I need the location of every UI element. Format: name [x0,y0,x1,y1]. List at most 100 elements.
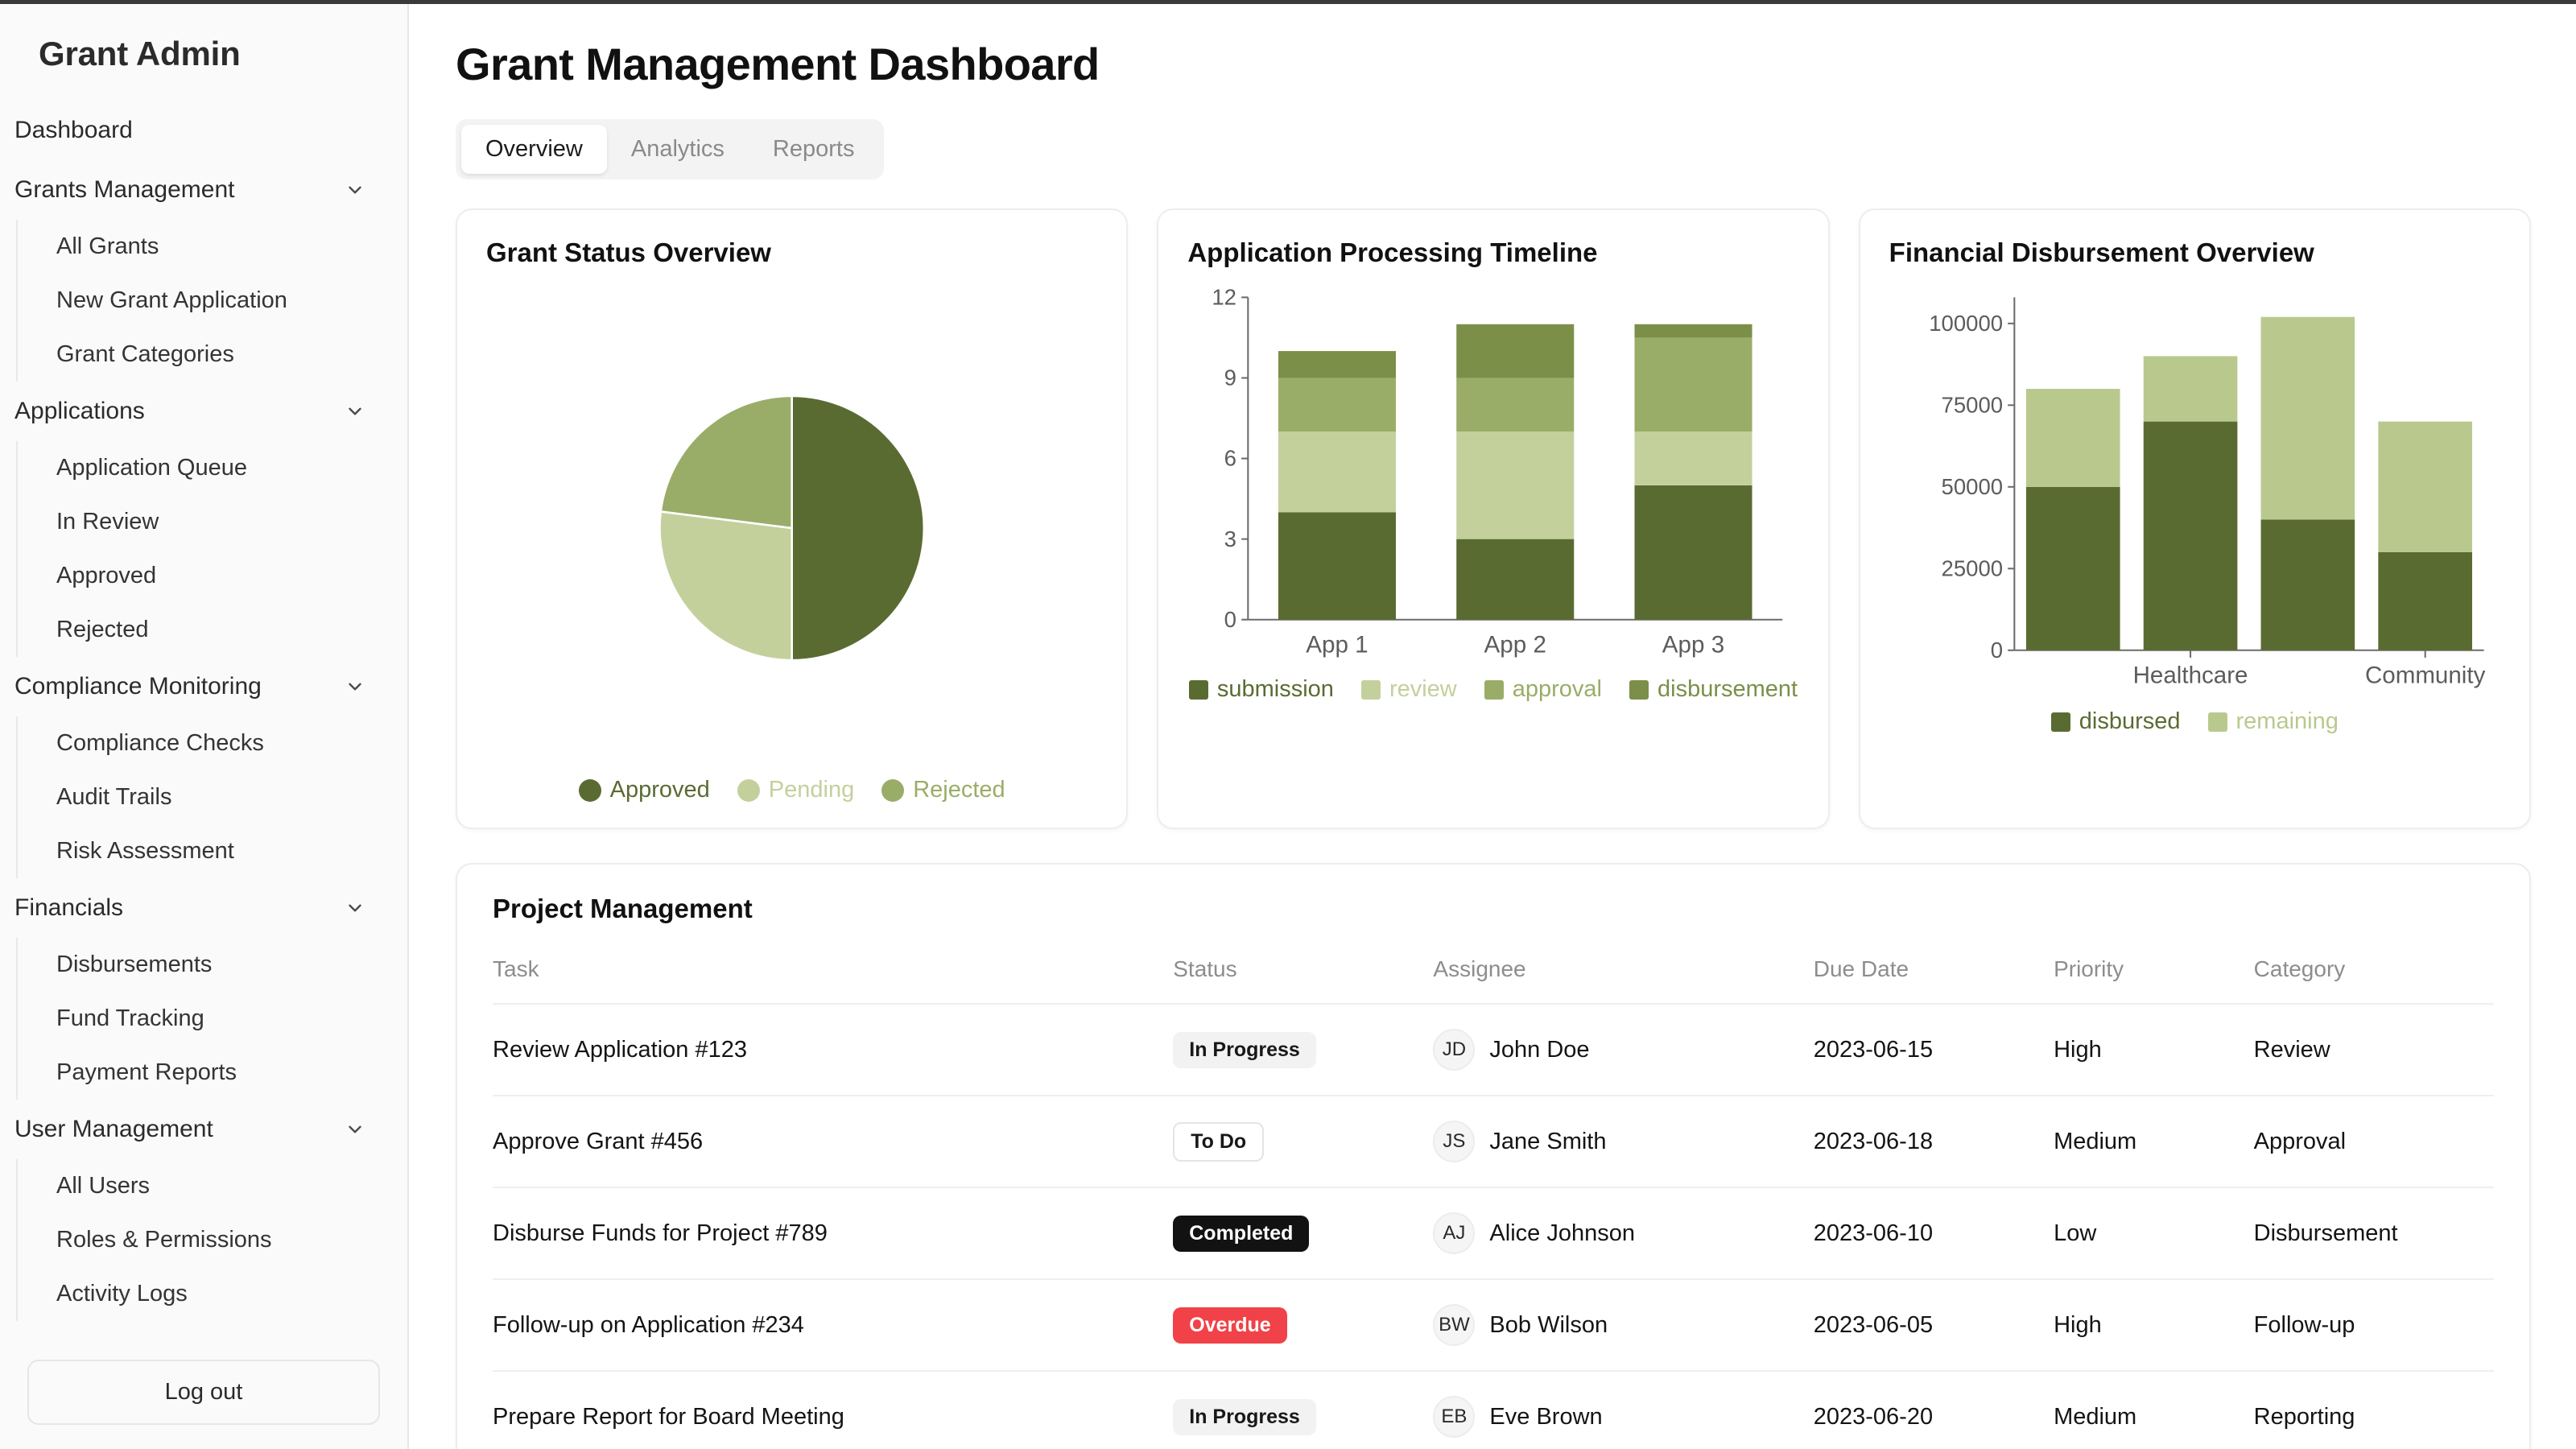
legend-item-remaining[interactable]: remaining [2207,708,2339,735]
status-badge[interactable]: In Progress [1173,1398,1316,1435]
bar-segment-education-disbursed[interactable] [2025,486,2120,650]
table-row[interactable]: Follow-up on Application #234 Overdue BW Bo… [493,1279,2494,1371]
tab-analytics[interactable]: Analytics [607,125,749,174]
bar-segment-app-2-approval[interactable] [1456,378,1575,432]
status-badge[interactable]: To Do [1173,1121,1265,1162]
chevron-down-icon[interactable] [345,1119,365,1140]
legend-item-approval[interactable]: approval [1484,676,1602,703]
chevron-down-icon[interactable] [345,898,365,919]
app-brand-title: Grant Admin [39,35,241,72]
sidebar-item-risk-assessment[interactable]: Risk Assessment [18,824,383,878]
legend-item-rejected[interactable]: Rejected [881,777,1005,803]
pie-chart-area [486,283,1097,774]
legend-swatch-icon [2050,712,2070,732]
legend-item-disbursement[interactable]: disbursement [1629,676,1798,703]
legend-item-review[interactable]: review [1360,676,1457,703]
financial-bar-chart[interactable]: 0 25000 50000 75000 100000 Healthcare Communit… [1889,283,2500,701]
sidebar-item-activity-logs[interactable]: Activity Logs [18,1267,383,1321]
bar-segment-research-disbursed[interactable] [2260,519,2355,650]
bar-segment-app-2-review[interactable] [1456,431,1575,539]
sidebar-item-label: Applications [14,398,145,424]
x-tick-label: App 2 [1484,632,1546,658]
sidebar-item-in-review[interactable]: In Review [18,495,383,549]
table-row[interactable]: Review Application #123 In Progress JD John… [493,1004,2494,1096]
table-row[interactable]: Prepare Report for Board Meeting In Progr… [493,1371,2494,1449]
sidebar-item-user-management[interactable]: User Management [0,1100,383,1159]
card-application-processing-timeline: Application Processing Timeline 0 3 6 9 12 Ap… [1157,208,1830,829]
sidebar-group-financials: Financials Disbursements Fund Tracking Paym… [0,878,383,1100]
y-tick-label: 0 [1990,638,2002,663]
sidebar-item-applications[interactable]: Applications [0,382,383,441]
pie-slice-rejected[interactable] [659,394,793,530]
bar-segment-app-3-review[interactable] [1634,431,1752,485]
legend-item-disbursed[interactable]: disbursed [2050,708,2181,735]
sidebar-item-fund-tracking[interactable]: Fund Tracking [18,992,383,1046]
column-header-category[interactable]: Category [2254,956,2494,1004]
timeline-bar-chart[interactable]: 0 3 6 9 12 App 1 App 2 App 3 [1187,283,1798,669]
cell-task: Follow-up on Application #234 [493,1311,804,1338]
sidebar-subnav-applications: Application Queue In Review Approved Reject… [16,441,383,657]
bar-segment-app-1-review[interactable] [1278,431,1397,513]
bar-segment-app-3-disbursement[interactable] [1634,324,1752,338]
bar-segment-app-2-disbursement[interactable] [1456,324,1575,378]
chevron-down-icon[interactable] [345,676,365,697]
sidebar-item-application-queue[interactable]: Application Queue [18,441,383,495]
legend-item-approved[interactable]: Approved [578,777,710,803]
sidebar-nav: Dashboard Grants Management All Grants New … [0,101,407,1360]
table-row[interactable]: Disburse Funds for Project #789 Completed… [493,1187,2494,1279]
bar-segment-research-remaining[interactable] [2260,316,2355,520]
bar-segment-app-3-approval[interactable] [1634,337,1752,432]
y-tick-label: 75000 [1941,392,2003,417]
bar-segment-app-1-disbursement[interactable] [1278,351,1397,378]
sidebar-item-approved[interactable]: Approved [18,549,383,603]
tab-overview[interactable]: Overview [461,125,607,174]
status-badge[interactable]: Overdue [1173,1307,1287,1344]
legend-label: Rejected [913,777,1005,803]
status-badge[interactable]: Completed [1173,1215,1310,1252]
sidebar-item-new-grant-application[interactable]: New Grant Application [18,274,383,328]
bar-segment-community-remaining[interactable] [2377,421,2472,552]
bar-segment-app-3-submission[interactable] [1634,485,1752,620]
sidebar-item-financials[interactable]: Financials [0,878,383,938]
status-badge[interactable]: In Progress [1173,1031,1316,1068]
sidebar-item-all-grants[interactable]: All Grants [18,220,383,274]
bar-segment-app-1-submission[interactable] [1278,512,1397,620]
legend-item-pending[interactable]: Pending [737,777,854,803]
bar-segment-healthcare-disbursed[interactable] [2143,421,2238,650]
bar-segment-healthcare-remaining[interactable] [2143,356,2238,422]
column-header-assignee[interactable]: Assignee [1433,956,1813,1004]
bar-segment-education-remaining[interactable] [2025,389,2120,487]
column-header-task[interactable]: Task [493,956,1173,1004]
sidebar-item-rejected[interactable]: Rejected [18,603,383,657]
tab-reports[interactable]: Reports [749,125,879,174]
column-header-priority[interactable]: Priority [2054,956,2254,1004]
sidebar-item-audit-trails[interactable]: Audit Trails [18,770,383,824]
bar-segment-app-1-approval[interactable] [1278,378,1397,432]
pie-slice-pending[interactable] [658,510,793,662]
sidebar-item-payment-reports[interactable]: Payment Reports [18,1046,383,1100]
column-header-status[interactable]: Status [1173,956,1433,1004]
sidebar-item-grant-categories[interactable]: Grant Categories [18,328,383,382]
pie-chart[interactable] [486,283,1097,774]
sidebar-item-roles-permissions[interactable]: Roles & Permissions [18,1213,383,1267]
pie-slice-approved[interactable] [791,394,926,662]
cell-due-date: 2023-06-15 [1813,1036,1934,1063]
sidebar-item-grants-management[interactable]: Grants Management [0,160,383,220]
legend-item-submission[interactable]: submission [1188,676,1334,703]
bar-segment-app-2-submission[interactable] [1456,539,1575,620]
sidebar-item-dashboard[interactable]: Dashboard [0,101,383,160]
sidebar-item-compliance-checks[interactable]: Compliance Checks [18,716,383,770]
sidebar-item-disbursements[interactable]: Disbursements [18,938,383,992]
cell-task: Approve Grant #456 [493,1128,704,1154]
sidebar-item-all-users[interactable]: All Users [18,1159,383,1213]
bar-segment-community-disbursed[interactable] [2377,551,2472,650]
cell-category: Review [2253,1036,2330,1063]
table-row[interactable]: Approve Grant #456 To Do JS Jane Smith 2023-… [493,1096,2494,1187]
sidebar-item-compliance-monitoring[interactable]: Compliance Monitoring [0,657,383,716]
column-header-due-date[interactable]: Due Date [1814,956,2054,1004]
chevron-down-icon[interactable] [345,401,365,422]
logout-button[interactable]: Log out [27,1360,380,1425]
chevron-down-icon[interactable] [345,180,365,200]
legend-label: disbursed [2079,708,2181,734]
sidebar-subnav-compliance-monitoring: Compliance Checks Audit Trails Risk Assess… [16,716,383,878]
